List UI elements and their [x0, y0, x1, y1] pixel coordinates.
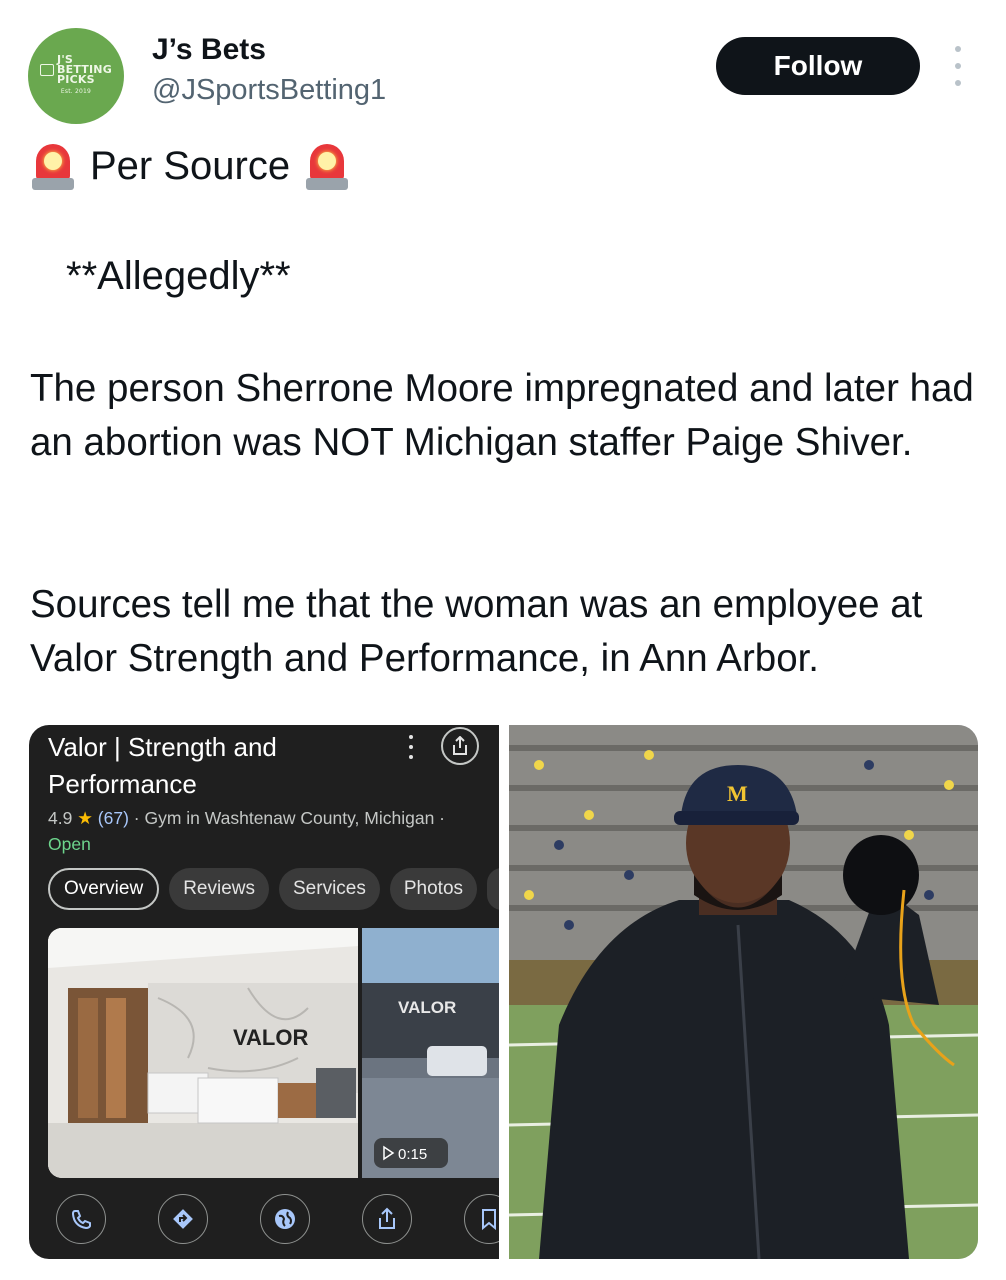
more-options-icon[interactable] [946, 46, 970, 86]
open-status: Open [48, 834, 91, 854]
headline-text: Per Source [90, 143, 291, 188]
place-title: Valor | Strength and Performance [48, 732, 277, 799]
police-car-light-icon [304, 142, 350, 190]
gym-exterior-video: VALOR 0:15 [362, 928, 499, 1178]
follow-button[interactable]: Follow [716, 37, 920, 95]
maps-more-icon [407, 735, 415, 759]
star-icon: ★ [77, 808, 93, 828]
coach-photo-image[interactable]: M [509, 725, 978, 1259]
police-car-light-icon [30, 142, 76, 190]
headline-row: Per Source [30, 142, 350, 190]
tab-more [487, 868, 499, 910]
tab-services: Services [279, 868, 380, 910]
gym-sign-text: VALOR [233, 1025, 308, 1050]
tweet-paragraph-2: Sources tell me that the woman was an em… [30, 583, 923, 680]
review-count: (67) [97, 808, 129, 828]
call-icon [56, 1194, 106, 1244]
gym-interior-photo: VALOR [48, 928, 358, 1178]
exterior-sign-text: VALOR [398, 998, 456, 1017]
cap-logo-text: M [727, 781, 748, 806]
avatar-logo: J'S BETTING PICKS Est. 2019 [40, 54, 112, 97]
chip-stack-icon [40, 64, 55, 76]
avatar-logo-est: Est. 2019 [60, 88, 92, 95]
user-handle[interactable]: @JSportsBetting1 [152, 74, 386, 107]
display-name[interactable]: J’s Bets [152, 33, 266, 67]
rating-value: 4.9 [48, 808, 73, 828]
avatar-logo-text-3: PICKS [57, 73, 95, 86]
place-tabs: Overview Reviews Services Photos [48, 868, 499, 910]
website-icon [260, 1194, 310, 1244]
tab-overview: Overview [48, 868, 160, 910]
tab-photos: Photos [389, 868, 478, 910]
profile-avatar[interactable]: J'S BETTING PICKS Est. 2019 [28, 28, 124, 124]
allegedly-text: **Allegedly** [66, 254, 291, 298]
share-icon [362, 1194, 412, 1244]
video-duration: 0:15 [398, 1146, 427, 1163]
directions-icon [158, 1194, 208, 1244]
tab-reviews: Reviews [169, 868, 269, 910]
maps-share-icon [441, 727, 479, 765]
maps-screenshot-image[interactable]: Valor | Strength and Performance 4.9 ★ (… [29, 725, 499, 1259]
place-meta: 4.9 ★ (67) · Gym in Washtenaw County, Mi… [48, 805, 478, 857]
tweet-paragraph-1: The person Sherrone Moore impregnated an… [30, 367, 974, 464]
save-icon [464, 1194, 499, 1244]
place-category: · Gym in Washtenaw County, Michigan · [133, 808, 445, 828]
maps-action-bar [48, 1191, 499, 1251]
